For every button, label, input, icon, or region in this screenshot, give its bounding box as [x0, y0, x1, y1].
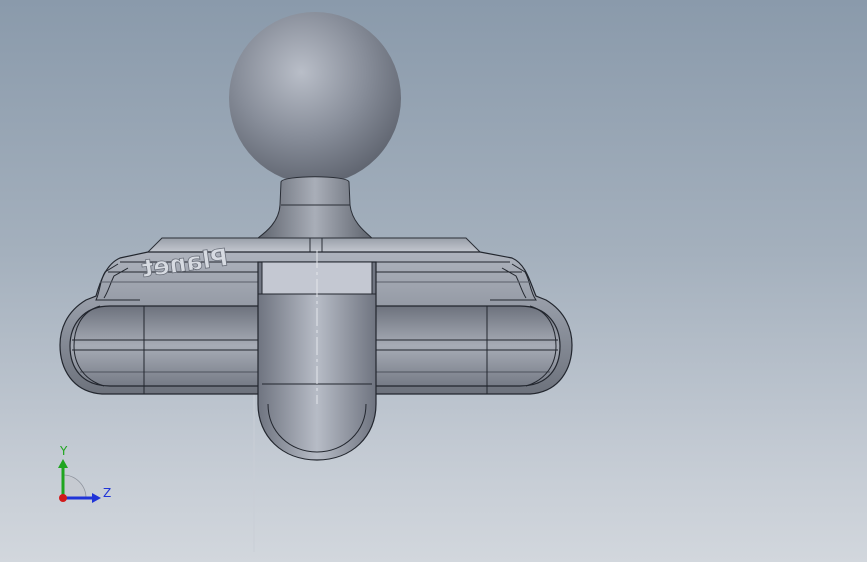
- y-axis-label: Y: [59, 444, 68, 458]
- z-axis-label: Z: [103, 486, 111, 500]
- model-view[interactable]: Planet Y Z: [0, 0, 867, 562]
- ball-neck[interactable]: [256, 176, 374, 239]
- y-axis-arrow-head: [58, 459, 68, 468]
- reference-triad: Y Z: [58, 444, 111, 503]
- triad-quadrant: [62, 474, 87, 499]
- ball[interactable]: [229, 12, 401, 184]
- z-axis-arrow-head: [92, 493, 101, 503]
- graphics-viewport[interactable]: Planet Y Z: [0, 0, 867, 562]
- triad-origin: [59, 494, 67, 502]
